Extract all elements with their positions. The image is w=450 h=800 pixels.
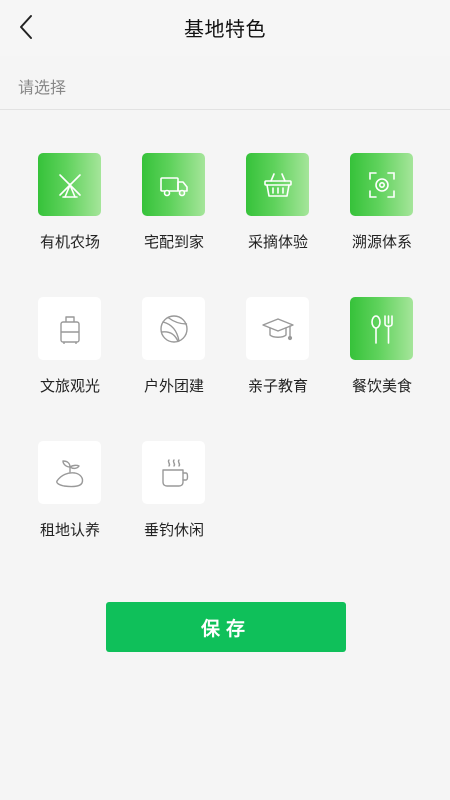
feature-item-land-adoption[interactable]: 租地认养 (25, 441, 115, 551)
feature-label: 文旅观光 (39, 377, 100, 395)
tea-cup-icon (161, 458, 188, 487)
feature-tile (38, 153, 101, 216)
feature-tile (246, 297, 309, 360)
feature-label: 有机农场 (39, 233, 100, 251)
feature-tile (350, 153, 413, 216)
truck-icon (159, 176, 188, 196)
graduation-cap-icon (261, 317, 294, 340)
windmill-icon (58, 173, 81, 198)
feature-label: 溯源体系 (351, 233, 412, 251)
feature-grid: 有机农场 宅配到家 采摘体验 溯源体系 文旅观光 户外团建 亲子教育 餐饮美食 … (0, 0, 450, 560)
feature-label: 户外团建 (143, 377, 204, 395)
spoon-fork-icon (370, 314, 393, 344)
feature-item-dining[interactable]: 餐饮美食 (337, 297, 427, 407)
feature-item-picking[interactable]: 采摘体验 (233, 153, 323, 263)
feature-tile (142, 441, 205, 504)
sprout-land-icon (55, 459, 83, 487)
basket-icon (263, 172, 292, 197)
luggage-icon (59, 315, 80, 344)
save-button[interactable]: 保存 (106, 602, 346, 652)
feature-label: 垂钓休闲 (143, 521, 204, 539)
feature-label: 宅配到家 (143, 233, 204, 251)
feature-item-traceability[interactable]: 溯源体系 (337, 153, 427, 263)
feature-label: 采摘体验 (247, 233, 308, 251)
feature-label: 租地认养 (39, 521, 100, 539)
feature-tile (246, 153, 309, 216)
feature-item-home-delivery[interactable]: 宅配到家 (129, 153, 219, 263)
feature-item-team-building[interactable]: 户外团建 (129, 297, 219, 407)
scan-target-icon (368, 171, 395, 198)
feature-label: 餐饮美食 (351, 377, 412, 395)
feature-label: 亲子教育 (247, 377, 308, 395)
feature-item-culture-tourism[interactable]: 文旅观光 (25, 297, 115, 407)
feature-item-parent-child-education[interactable]: 亲子教育 (233, 297, 323, 407)
feature-tile (350, 297, 413, 360)
feature-tile (38, 297, 101, 360)
feature-item-organic-farm[interactable]: 有机农场 (25, 153, 115, 263)
feature-tile (142, 153, 205, 216)
ball-icon (159, 314, 188, 343)
feature-tile (142, 297, 205, 360)
feature-item-fishing-leisure[interactable]: 垂钓休闲 (129, 441, 219, 551)
feature-tile (38, 441, 101, 504)
